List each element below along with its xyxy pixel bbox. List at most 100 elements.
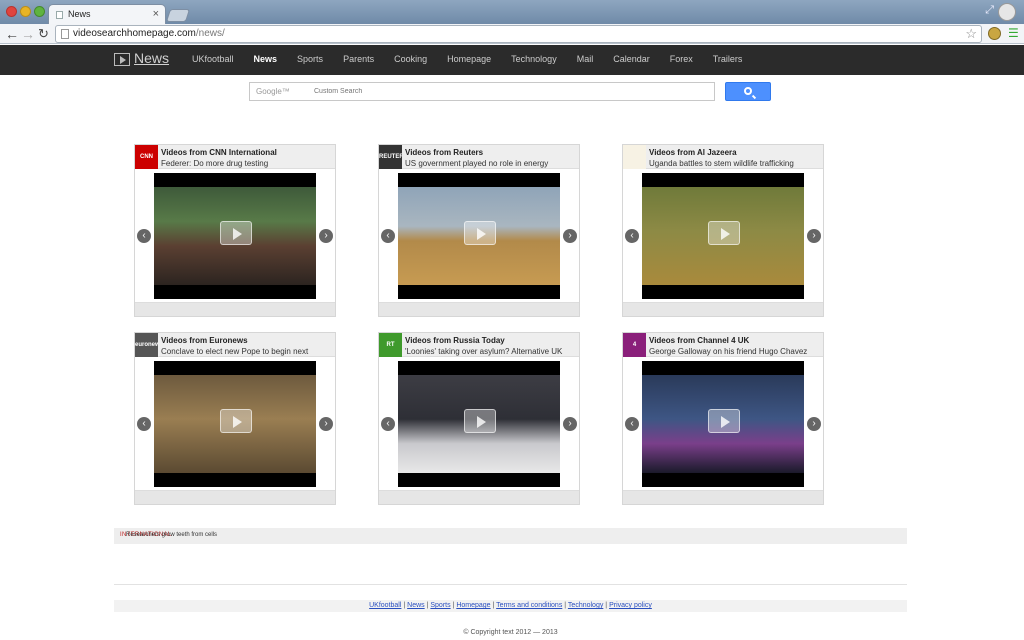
card-source-title[interactable]: Videos from CNN International — [161, 148, 277, 157]
close-window-button[interactable] — [6, 6, 17, 17]
card-footer — [135, 490, 335, 504]
channel-logo: CNN — [135, 145, 158, 169]
footer-link[interactable]: Terms and conditions — [496, 602, 562, 609]
site-brand-label: News — [134, 50, 170, 66]
card-source-title[interactable]: Videos from Euronews — [161, 336, 248, 345]
video-player[interactable] — [154, 173, 316, 299]
card-header: REUTERSVideos from Reuters US government … — [379, 145, 579, 169]
search-input[interactable] — [314, 85, 704, 98]
zoom-window-button[interactable] — [34, 6, 45, 17]
site-nav-links: UKfootball News Sports Parents Cooking Homepa… — [192, 54, 762, 64]
card-source-title[interactable]: Videos from Russia Today — [405, 336, 505, 345]
reload-icon[interactable]: ↻ — [38, 25, 49, 43]
custom-search-box[interactable]: Google™ — [249, 82, 715, 101]
forward-arrow-icon[interactable]: → — [21, 25, 35, 43]
address-bar[interactable]: videosearchhomepage.com/news/ ☆ — [55, 25, 982, 43]
card-headline[interactable]: Uganda battles to stem wildlife traffick… — [649, 159, 821, 169]
page-icon — [56, 11, 63, 19]
new-tab-button[interactable] — [165, 9, 191, 22]
card-header: euronewsVideos from Euronews Conclave to … — [135, 333, 335, 357]
card-footer — [623, 302, 823, 316]
nav-link-news[interactable]: News — [254, 54, 278, 64]
channel-logo — [623, 145, 646, 169]
url-text: videosearchhomepage.com/news/ — [73, 28, 225, 39]
next-video-button[interactable]: › — [807, 417, 821, 431]
nav-link-calendar[interactable]: Calendar — [613, 54, 650, 64]
minimize-window-button[interactable] — [20, 6, 31, 17]
card-source-title[interactable]: Videos from Channel 4 UK — [649, 336, 749, 345]
google-brand-label: Google™ — [256, 87, 290, 96]
search-button[interactable] — [725, 82, 771, 101]
card-header: CNN Videos from CNN International Federer:… — [135, 145, 335, 169]
card-header: 4 Videos from Channel 4 UK George Galloway… — [623, 333, 823, 357]
previous-video-button[interactable]: ‹ — [381, 417, 395, 431]
footer-link[interactable]: Sports — [430, 602, 450, 609]
card-footer — [135, 302, 335, 316]
video-player[interactable] — [642, 361, 804, 487]
news-ticker[interactable]: INTERNATIONAL Researchers grow teeth fro… — [114, 528, 907, 544]
footer-links: UKfootball | News | Sports | Homepage | … — [114, 600, 907, 612]
video-player[interactable] — [154, 361, 316, 487]
card-headline[interactable]: US government played no role in energy — [405, 159, 577, 169]
footer-link[interactable]: News — [407, 602, 425, 609]
play-icon[interactable] — [220, 409, 252, 433]
channel-logo: RT — [379, 333, 402, 357]
play-icon[interactable] — [464, 221, 496, 245]
previous-video-button[interactable]: ‹ — [381, 229, 395, 243]
video-player[interactable] — [398, 361, 560, 487]
profile-avatar-icon[interactable] — [998, 3, 1016, 21]
previous-video-button[interactable]: ‹ — [625, 417, 639, 431]
browser-toolbar: ← → ↻ videosearchhomepage.com/news/ ☆ ☰ — [0, 24, 1024, 44]
next-video-button[interactable]: › — [563, 229, 577, 243]
play-icon[interactable] — [708, 221, 740, 245]
fullscreen-icon[interactable]: ⤢ — [985, 4, 994, 17]
footer-divider — [114, 584, 907, 585]
extension-icon[interactable] — [988, 27, 1001, 40]
card-headline[interactable]: Federer: Do more drug testing — [161, 159, 333, 169]
play-icon[interactable] — [708, 409, 740, 433]
card-source-title[interactable]: Videos from Al Jazeera — [649, 148, 737, 157]
card-header: RT Videos from Russia Today 'Loonies' taki… — [379, 333, 579, 357]
site-navbar: News UKfootball News Sports Parents Cooking H… — [0, 45, 1024, 75]
ticker-text[interactable]: Researchers grow teeth from cells — [126, 532, 217, 538]
video-card: euronewsVideos from Euronews Conclave to … — [134, 332, 336, 505]
back-arrow-icon[interactable]: ← — [5, 25, 19, 43]
footer-link[interactable]: UKfootball — [369, 602, 401, 609]
previous-video-button[interactable]: ‹ — [137, 417, 151, 431]
card-source-title[interactable]: Videos from Reuters — [405, 148, 483, 157]
nav-link-parents[interactable]: Parents — [343, 54, 374, 64]
play-icon[interactable] — [220, 221, 252, 245]
nav-link-trailers[interactable]: Trailers — [713, 54, 743, 64]
video-player[interactable] — [642, 173, 804, 299]
next-video-button[interactable]: › — [807, 229, 821, 243]
footer-link[interactable]: Homepage — [456, 602, 490, 609]
document-icon — [61, 29, 69, 39]
next-video-button[interactable]: › — [563, 417, 577, 431]
previous-video-button[interactable]: ‹ — [625, 229, 639, 243]
browser-tab[interactable]: News × — [48, 4, 166, 24]
nav-link-sports[interactable]: Sports — [297, 54, 323, 64]
video-card: REUTERSVideos from Reuters US government … — [378, 144, 580, 317]
nav-link-homepage[interactable]: Homepage — [447, 54, 491, 64]
nav-link-mail[interactable]: Mail — [577, 54, 594, 64]
video-player[interactable] — [398, 173, 560, 299]
next-video-button[interactable]: › — [319, 229, 333, 243]
footer-link[interactable]: Privacy policy — [609, 602, 652, 609]
footer-link[interactable]: Technology — [568, 602, 603, 609]
card-headline[interactable]: George Galloway on his friend Hugo Chave… — [649, 347, 821, 357]
bookmark-star-icon[interactable]: ☆ — [965, 26, 977, 42]
close-tab-icon[interactable]: × — [153, 8, 159, 20]
next-video-button[interactable]: › — [319, 417, 333, 431]
card-headline[interactable]: Conclave to elect new Pope to begin next — [161, 347, 333, 357]
nav-link-cooking[interactable]: Cooking — [394, 54, 427, 64]
video-card: RT Videos from Russia Today 'Loonies' taki… — [378, 332, 580, 505]
nav-link-technology[interactable]: Technology — [511, 54, 557, 64]
card-headline[interactable]: 'Loonies' taking over asylum? Alternativ… — [405, 347, 577, 357]
video-card: Videos from Al Jazeera Uganda battles to … — [622, 144, 824, 317]
previous-video-button[interactable]: ‹ — [137, 229, 151, 243]
channel-logo: 4 — [623, 333, 646, 357]
nav-link-ukfootball[interactable]: UKfootball — [192, 54, 234, 64]
browser-menu-icon[interactable]: ☰ — [1008, 26, 1019, 40]
play-icon[interactable] — [464, 409, 496, 433]
nav-link-forex[interactable]: Forex — [670, 54, 693, 64]
